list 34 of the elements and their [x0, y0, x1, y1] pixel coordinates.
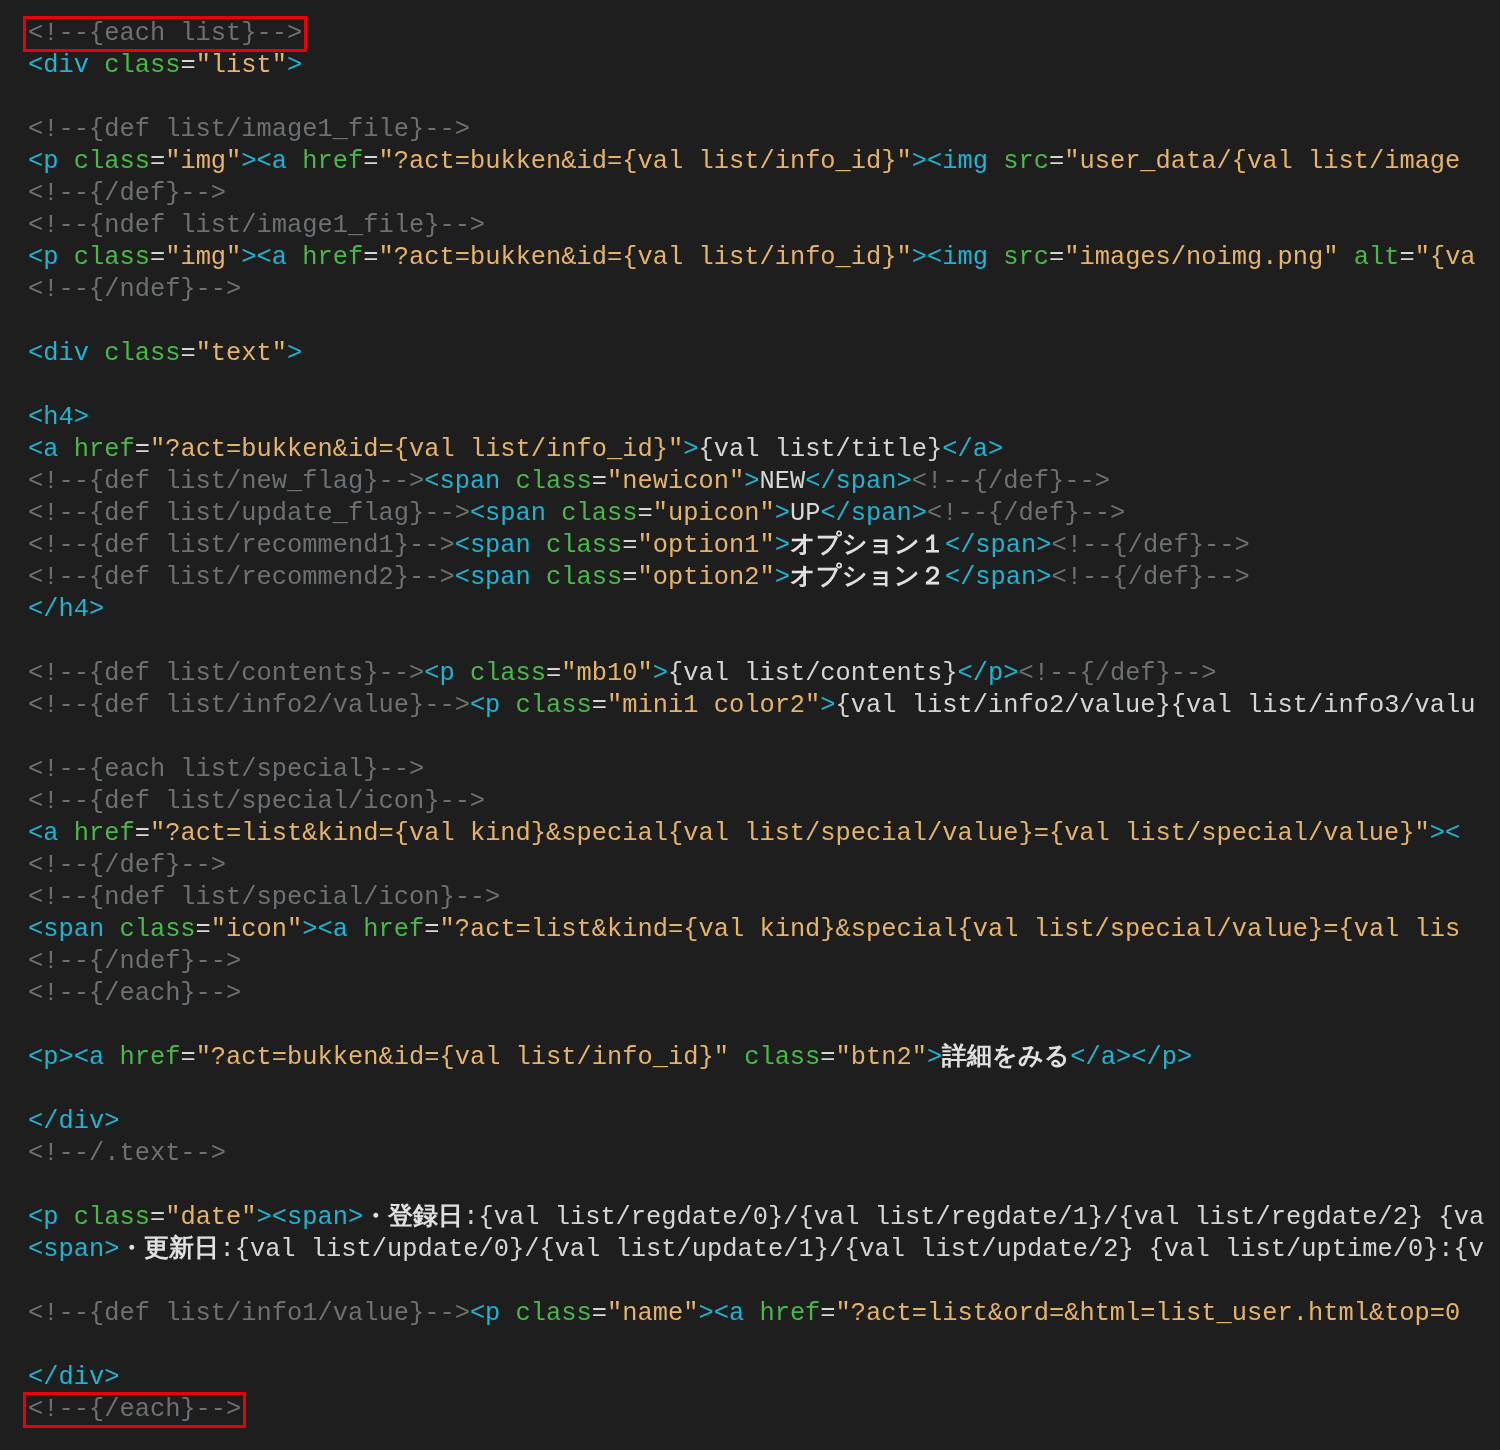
- code-line: <h4>: [28, 402, 89, 434]
- code-line: <!--{def list/info1/value}--><p class="name"><a href="?act=list&ord=&html=list_user.html&top=0: [28, 1298, 1461, 1330]
- code-line: <!--{each list/special}-->: [28, 754, 425, 786]
- code-line: <!--{/ndef}-->: [28, 946, 242, 978]
- code-line: <div class="list">: [28, 50, 303, 82]
- code-line: <!--{/def}-->: [28, 850, 227, 882]
- code-line: <!--{def list/recommend2}--><span class="option2">オプション２</span><!--{/def}-->: [28, 562, 1250, 594]
- code-line: <!--{/each}-->: [28, 978, 242, 1010]
- code-line: <p><a href="?act=bukken&id={val list/info_id}" class="btn2">詳細をみる</a></p>: [28, 1042, 1193, 1074]
- code-line: <!--{def list/new_flag}--><span class="newicon">NEW</span><!--{/def}-->: [28, 466, 1110, 498]
- code-line: <!--{def list/info2/value}--><p class="mini1 color2">{val list/info2/value}{val list/info3/valu: [28, 690, 1476, 722]
- code-line: </div>: [28, 1362, 120, 1394]
- code-line: <!--/.text-->: [28, 1138, 227, 1170]
- code-line: <p class="img"><a href="?act=bukken&id={val list/info_id}"><img src="images/noimg.png" alt="{va: [28, 242, 1476, 274]
- code-line: <p class="date"><span>・登録日:{val list/regdate/0}/{val list/regdate/1}/{val list/regdate/2} {va: [28, 1202, 1485, 1234]
- code-line: <!--{each list}-->: [25, 18, 306, 50]
- code-line: <!--{/each}-->: [25, 1394, 245, 1426]
- code-line: </div>: [28, 1106, 120, 1138]
- code-line: <!--{def list/recommend1}--><span class="option1">オプション１</span><!--{/def}-->: [28, 530, 1250, 562]
- code-line: </h4>: [28, 594, 105, 626]
- code-line: <!--{def list/contents}--><p class="mb10">{val list/contents}</p><!--{/def}-->: [28, 658, 1217, 690]
- code-line: <!--{ndef list/image1_file}-->: [28, 210, 486, 242]
- code-line: <span class="icon"><a href="?act=list&kind={val kind}&special{val list/special/value}={val lis: [28, 914, 1461, 946]
- code-line: <!--{/ndef}-->: [28, 274, 242, 306]
- code-line: <!--{/def}-->: [28, 178, 227, 210]
- code-line: <a href="?act=bukken&id={val list/info_id}">{val list/title}</a>: [28, 434, 1004, 466]
- code-line: <a href="?act=list&kind={val kind}&special{val list/special/value}={val list/special/value}"><: [28, 818, 1461, 850]
- code-line: <!--{ndef list/special/icon}-->: [28, 882, 501, 914]
- code-line: <div class="text">: [28, 338, 303, 370]
- code-line: <!--{def list/update_flag}--><span class="upicon">UP</span><!--{/def}-->: [28, 498, 1126, 530]
- code-line: <!--{def list/image1_file}-->: [28, 114, 470, 146]
- code-line: <p class="img"><a href="?act=bukken&id={val list/info_id}"><img src="user_data/{val list/image: [28, 146, 1461, 178]
- code-line: <!--{def list/special/icon}-->: [28, 786, 486, 818]
- code-line: <span>・更新日:{val list/update/0}/{val list/update/1}/{val list/update/2} {val list/uptime/0}:{v: [28, 1234, 1485, 1266]
